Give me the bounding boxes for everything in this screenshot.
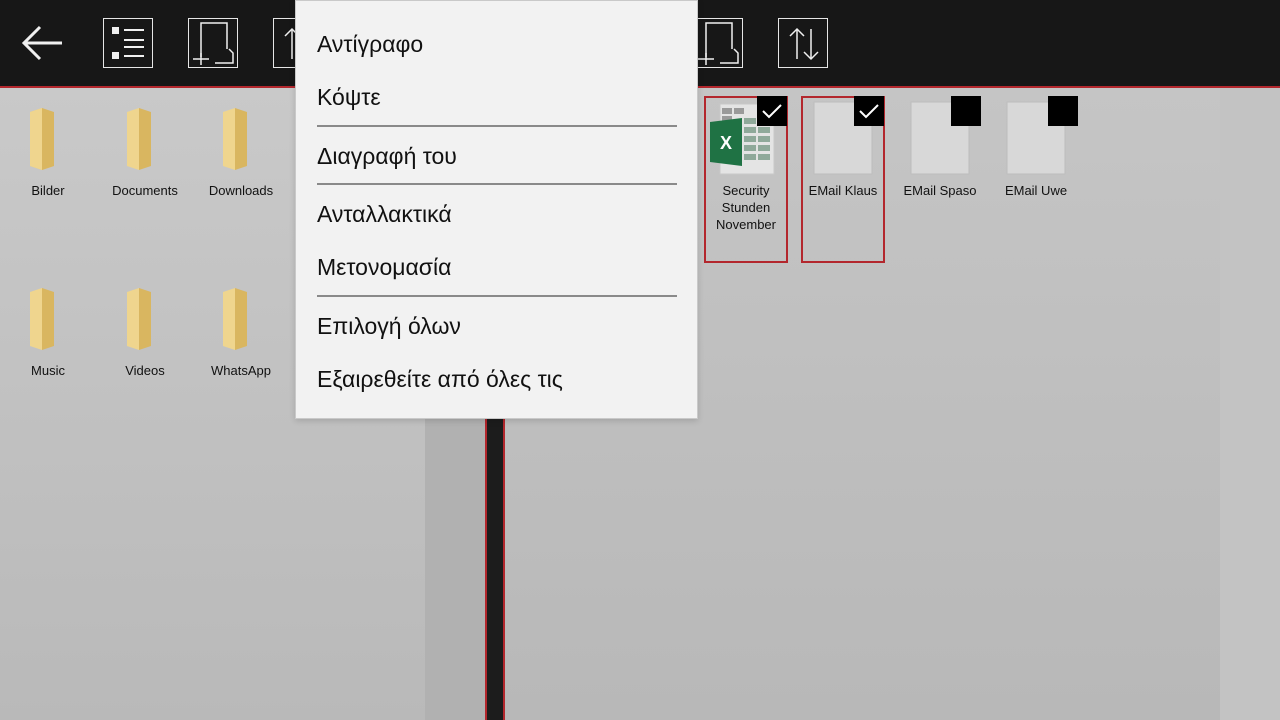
folder-icon [201, 280, 281, 360]
new-document-icon [698, 22, 739, 65]
file-label: EMail Klaus [808, 183, 878, 198]
file-label: Security Stunden November [716, 183, 776, 232]
menu-item-delete[interactable]: Διαγραφή του [317, 142, 457, 170]
list-view-icon [112, 27, 144, 59]
menu-item-paste[interactable]: Ανταλλακτικά [317, 200, 452, 228]
folder-item[interactable]: Downloads [201, 100, 281, 199]
new-item-button[interactable] [188, 18, 238, 68]
folder-icon [8, 100, 88, 180]
arrow-left-icon [21, 25, 62, 61]
sort-arrows-icon [789, 27, 819, 61]
folder-item[interactable]: Documents [105, 100, 185, 199]
folder-label: Videos [125, 363, 165, 378]
unchecked-checkbox[interactable] [1048, 96, 1078, 126]
unchecked-checkbox[interactable] [951, 96, 981, 126]
folder-item[interactable]: Videos [105, 280, 185, 379]
folder-label: Bilder [31, 183, 65, 198]
sort-button-right[interactable] [778, 18, 828, 68]
folder-icon [105, 280, 185, 360]
svg-text:X: X [720, 133, 732, 153]
right-pane-margin [1220, 88, 1280, 720]
context-menu: Αντίγραφο Κόψτε Διαγραφή του Ανταλλακτικ… [295, 0, 698, 419]
file-label: EMail Spaso [903, 183, 977, 198]
new-document-icon [193, 22, 234, 65]
checkmark-icon [859, 104, 879, 119]
new-item-button-right[interactable] [693, 18, 743, 68]
folder-icon [201, 100, 281, 180]
checkmark-icon [762, 104, 782, 119]
view-list-button[interactable] [103, 18, 153, 68]
file-label: EMail Uwe [1004, 183, 1068, 198]
back-button[interactable] [18, 18, 68, 68]
menu-separator [317, 183, 677, 185]
menu-item-deselect-all[interactable]: Εξαιρεθείτε από όλες τις [317, 365, 563, 393]
menu-item-rename[interactable]: Μετονομασία [317, 253, 451, 281]
folder-icon [105, 100, 185, 180]
checked-checkbox[interactable] [854, 96, 884, 126]
folder-item[interactable]: WhatsApp [201, 280, 281, 379]
folder-label: Music [31, 363, 65, 378]
folder-label: Downloads [208, 183, 274, 198]
folder-item[interactable]: Bilder [8, 100, 88, 199]
folder-label: WhatsApp [211, 363, 271, 378]
folder-label: Documents [112, 183, 178, 198]
menu-item-select-all[interactable]: Επιλογή όλων [317, 312, 461, 340]
folder-item[interactable]: Music [8, 280, 88, 379]
folder-icon [8, 280, 88, 360]
menu-item-cut[interactable]: Κόψτε [317, 83, 381, 111]
menu-separator [317, 125, 677, 127]
menu-separator [317, 295, 677, 297]
menu-item-copy[interactable]: Αντίγραφο [317, 30, 423, 58]
checked-checkbox[interactable] [757, 96, 787, 126]
